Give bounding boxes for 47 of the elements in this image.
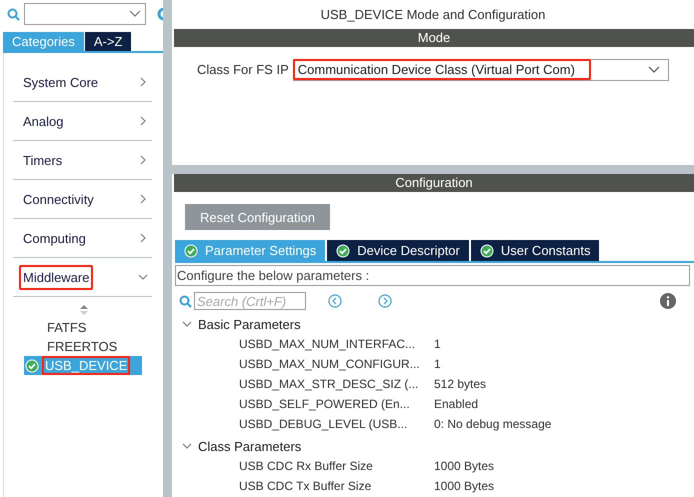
parameter-value[interactable]: 1000 Bytes — [434, 459, 494, 473]
category-item[interactable]: System Core — [19, 70, 102, 94]
check-icon — [480, 244, 494, 258]
component-list-item[interactable]: FATFS — [24, 318, 142, 337]
category-item[interactable]: Computing — [19, 226, 90, 250]
parameter-name: USB CDC Tx Buffer Size — [239, 479, 372, 493]
category-item[interactable]: Analog — [19, 108, 68, 134]
parameter-value[interactable]: 512 bytes — [434, 377, 486, 391]
parameter-value[interactable]: Enabled — [434, 397, 478, 411]
check-icon — [184, 244, 198, 258]
category-item[interactable]: Timers — [19, 148, 66, 172]
section-header: Mode — [174, 29, 694, 47]
search-combo-box[interactable] — [24, 3, 146, 25]
parameter-name: USBD_MAX_NUM_INTERFAC... — [239, 337, 416, 351]
hint-text: Configure the below parameters : — [175, 265, 690, 286]
parameter-name: USBD_SELF_POWERED (En... — [239, 397, 411, 411]
group-label[interactable]: Class Parameters — [198, 438, 302, 454]
component-list-item[interactable]: FREERTOS — [24, 337, 142, 356]
search-field[interactable]: Search (Crtl+F) — [194, 292, 306, 310]
parameter-value[interactable]: 0: No debug message — [434, 417, 552, 431]
field-label: Class For FS IP — [197, 62, 289, 77]
next-icon[interactable] — [378, 294, 392, 308]
config-tab[interactable]: Device Descriptor — [327, 240, 469, 261]
check-icon — [336, 244, 350, 258]
parameter-name: USB CDC Rx Buffer Size — [239, 459, 374, 473]
parameter-value[interactable]: 1000 Bytes — [434, 479, 494, 493]
category-item[interactable]: Middleware — [19, 264, 94, 290]
section-header: Configuration — [174, 174, 694, 192]
dropdown-caret-icon — [129, 10, 141, 18]
info-icon — [660, 293, 676, 309]
scroll-arrows-icon — [80, 305, 88, 315]
dropdown-caret-icon — [648, 66, 660, 74]
category-item[interactable]: Connectivity — [19, 186, 98, 212]
parameter-value[interactable]: 1 — [434, 357, 441, 371]
search-icon — [7, 8, 20, 20]
parameter-name: USBD_MAX_STR_DESC_SIZ (... — [239, 377, 420, 391]
class-dropdown[interactable]: Communication Device Class (Virtual Port Com) — [292, 58, 669, 80]
config-tab[interactable]: User Constants — [470, 240, 600, 261]
parameter-value[interactable]: 1 — [434, 337, 441, 351]
group-label[interactable]: Basic Parameters — [198, 316, 301, 332]
parameter-name: USBD_MAX_NUM_CONFIGUR... — [239, 357, 421, 371]
panel-title: USB_DEVICE Mode and Configuration — [320, 6, 546, 24]
check-icon — [25, 358, 39, 372]
category-tab[interactable]: A->Z — [84, 32, 132, 51]
search-icon — [179, 294, 192, 308]
parameter-name: USBD_DEBUG_LEVEL (USB... — [239, 417, 408, 431]
previous-icon[interactable] — [328, 294, 342, 308]
